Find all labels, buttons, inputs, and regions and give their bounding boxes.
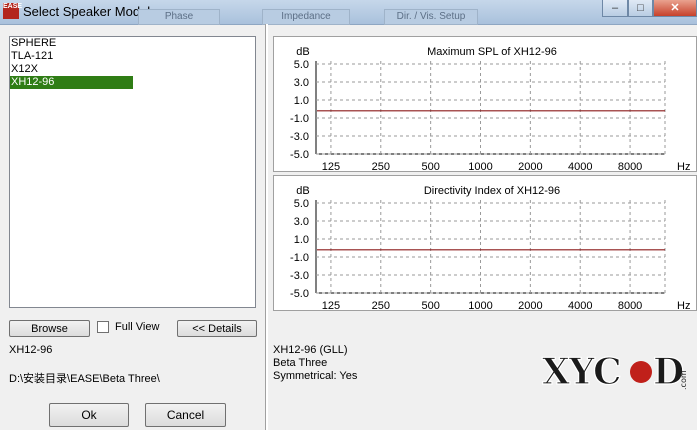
xycad-watermark-logo: XYC D .com xyxy=(541,350,688,393)
chart-title: Directivity Index of XH12-96 xyxy=(424,185,560,197)
cancel-button[interactable]: Cancel xyxy=(145,403,226,427)
x-tick-label: 2000 xyxy=(518,300,542,312)
max-spl-chart: Maximum SPL of XH12-96 dB Hz 5.0 3.0 1.0 -1.0 -… xyxy=(290,46,690,173)
y-tick-label: -1.0 xyxy=(290,252,309,264)
y-tick-label: 5.0 xyxy=(294,198,309,210)
x-tick-label: 4000 xyxy=(568,161,592,173)
list-item-x12x[interactable]: X12X xyxy=(10,63,133,76)
speaker-model-list[interactable]: SPHERE TLA-121 X12X XH12-96 xyxy=(9,36,256,308)
max-spl-chart-panel: Maximum SPL of XH12-96 dB Hz 5.0 3.0 1.0 -1.0 -… xyxy=(273,36,697,173)
x-tick-label: 8000 xyxy=(618,161,642,173)
background-tab-setup: Dir. / Vis. Setup xyxy=(384,9,478,25)
x-tick-label: 250 xyxy=(372,161,390,173)
y-axis-unit: dB xyxy=(296,46,309,58)
svg-text:.com: .com xyxy=(679,370,688,390)
list-item-sphere[interactable]: SPHERE xyxy=(10,37,133,50)
browse-button[interactable]: Browse xyxy=(9,320,90,337)
list-item-tla-121[interactable]: TLA-121 xyxy=(10,50,133,63)
y-tick-label: -5.0 xyxy=(290,288,309,300)
x-tick-label: 4000 xyxy=(568,300,592,312)
y-tick-label: -3.0 xyxy=(290,270,309,282)
full-view-checkbox[interactable] xyxy=(97,321,109,333)
full-view-label: Full View xyxy=(115,321,160,333)
minimize-button[interactable]: – xyxy=(602,0,628,17)
maximize-button[interactable]: □ xyxy=(628,0,653,17)
x-tick-label: 1000 xyxy=(468,161,492,173)
model-detail-line2: Beta Three xyxy=(273,357,328,369)
x-tick-label: 1000 xyxy=(468,300,492,312)
background-tab-impedance: Impedance xyxy=(262,9,350,25)
y-tick-label: -1.0 xyxy=(290,113,309,125)
directivity-chart-panel: Directivity Index of XH12-96 dB Hz 5.0 3.0 1.… xyxy=(273,175,697,312)
y-tick-label: -3.0 xyxy=(290,131,309,143)
list-item-xh12-96[interactable]: XH12-96 xyxy=(10,76,133,89)
y-axis-unit: dB xyxy=(296,185,309,197)
x-tick-label: 8000 xyxy=(618,300,642,312)
x-tick-label: 250 xyxy=(372,300,390,312)
x-tick-label: 500 xyxy=(421,161,439,173)
x-tick-label: 125 xyxy=(322,161,340,173)
title-bar[interactable]: EASE Select Speaker Model Phase Impedanc… xyxy=(0,0,697,25)
x-tick-label: 500 xyxy=(421,300,439,312)
window-title: Select Speaker Model xyxy=(23,4,151,19)
y-tick-label: 5.0 xyxy=(294,59,309,71)
background-tab-phase: Phase xyxy=(138,9,220,25)
app-logo-text: EASE xyxy=(3,3,23,10)
y-tick-label: 1.0 xyxy=(294,95,309,107)
model-path: D:\安装目录\EASE\Beta Three\ xyxy=(9,373,160,385)
splitter[interactable] xyxy=(265,24,268,430)
y-tick-label: 1.0 xyxy=(294,234,309,246)
x-axis-unit: Hz xyxy=(677,161,690,173)
selected-model-name: XH12-96 xyxy=(9,344,53,356)
details-button[interactable]: << Details xyxy=(177,320,257,337)
close-button[interactable]: ✕ xyxy=(653,0,697,17)
model-detail-line1: XH12-96 (GLL) xyxy=(273,344,348,356)
x-axis-unit: Hz xyxy=(677,300,690,312)
app-logo-icon: EASE xyxy=(3,3,23,19)
svg-text:XYC: XYC xyxy=(542,351,621,393)
y-tick-label: 3.0 xyxy=(294,216,309,228)
chart-title: Maximum SPL of XH12-96 xyxy=(427,46,557,58)
model-detail-line3: Symmetrical: Yes xyxy=(273,370,358,382)
x-tick-label: 2000 xyxy=(518,161,542,173)
y-tick-label: 3.0 xyxy=(294,77,309,89)
y-tick-label: -5.0 xyxy=(290,149,309,161)
directivity-chart: Directivity Index of XH12-96 dB Hz 5.0 3.0 1.… xyxy=(290,185,690,312)
ok-button[interactable]: Ok xyxy=(49,403,129,427)
x-tick-label: 125 xyxy=(322,300,340,312)
